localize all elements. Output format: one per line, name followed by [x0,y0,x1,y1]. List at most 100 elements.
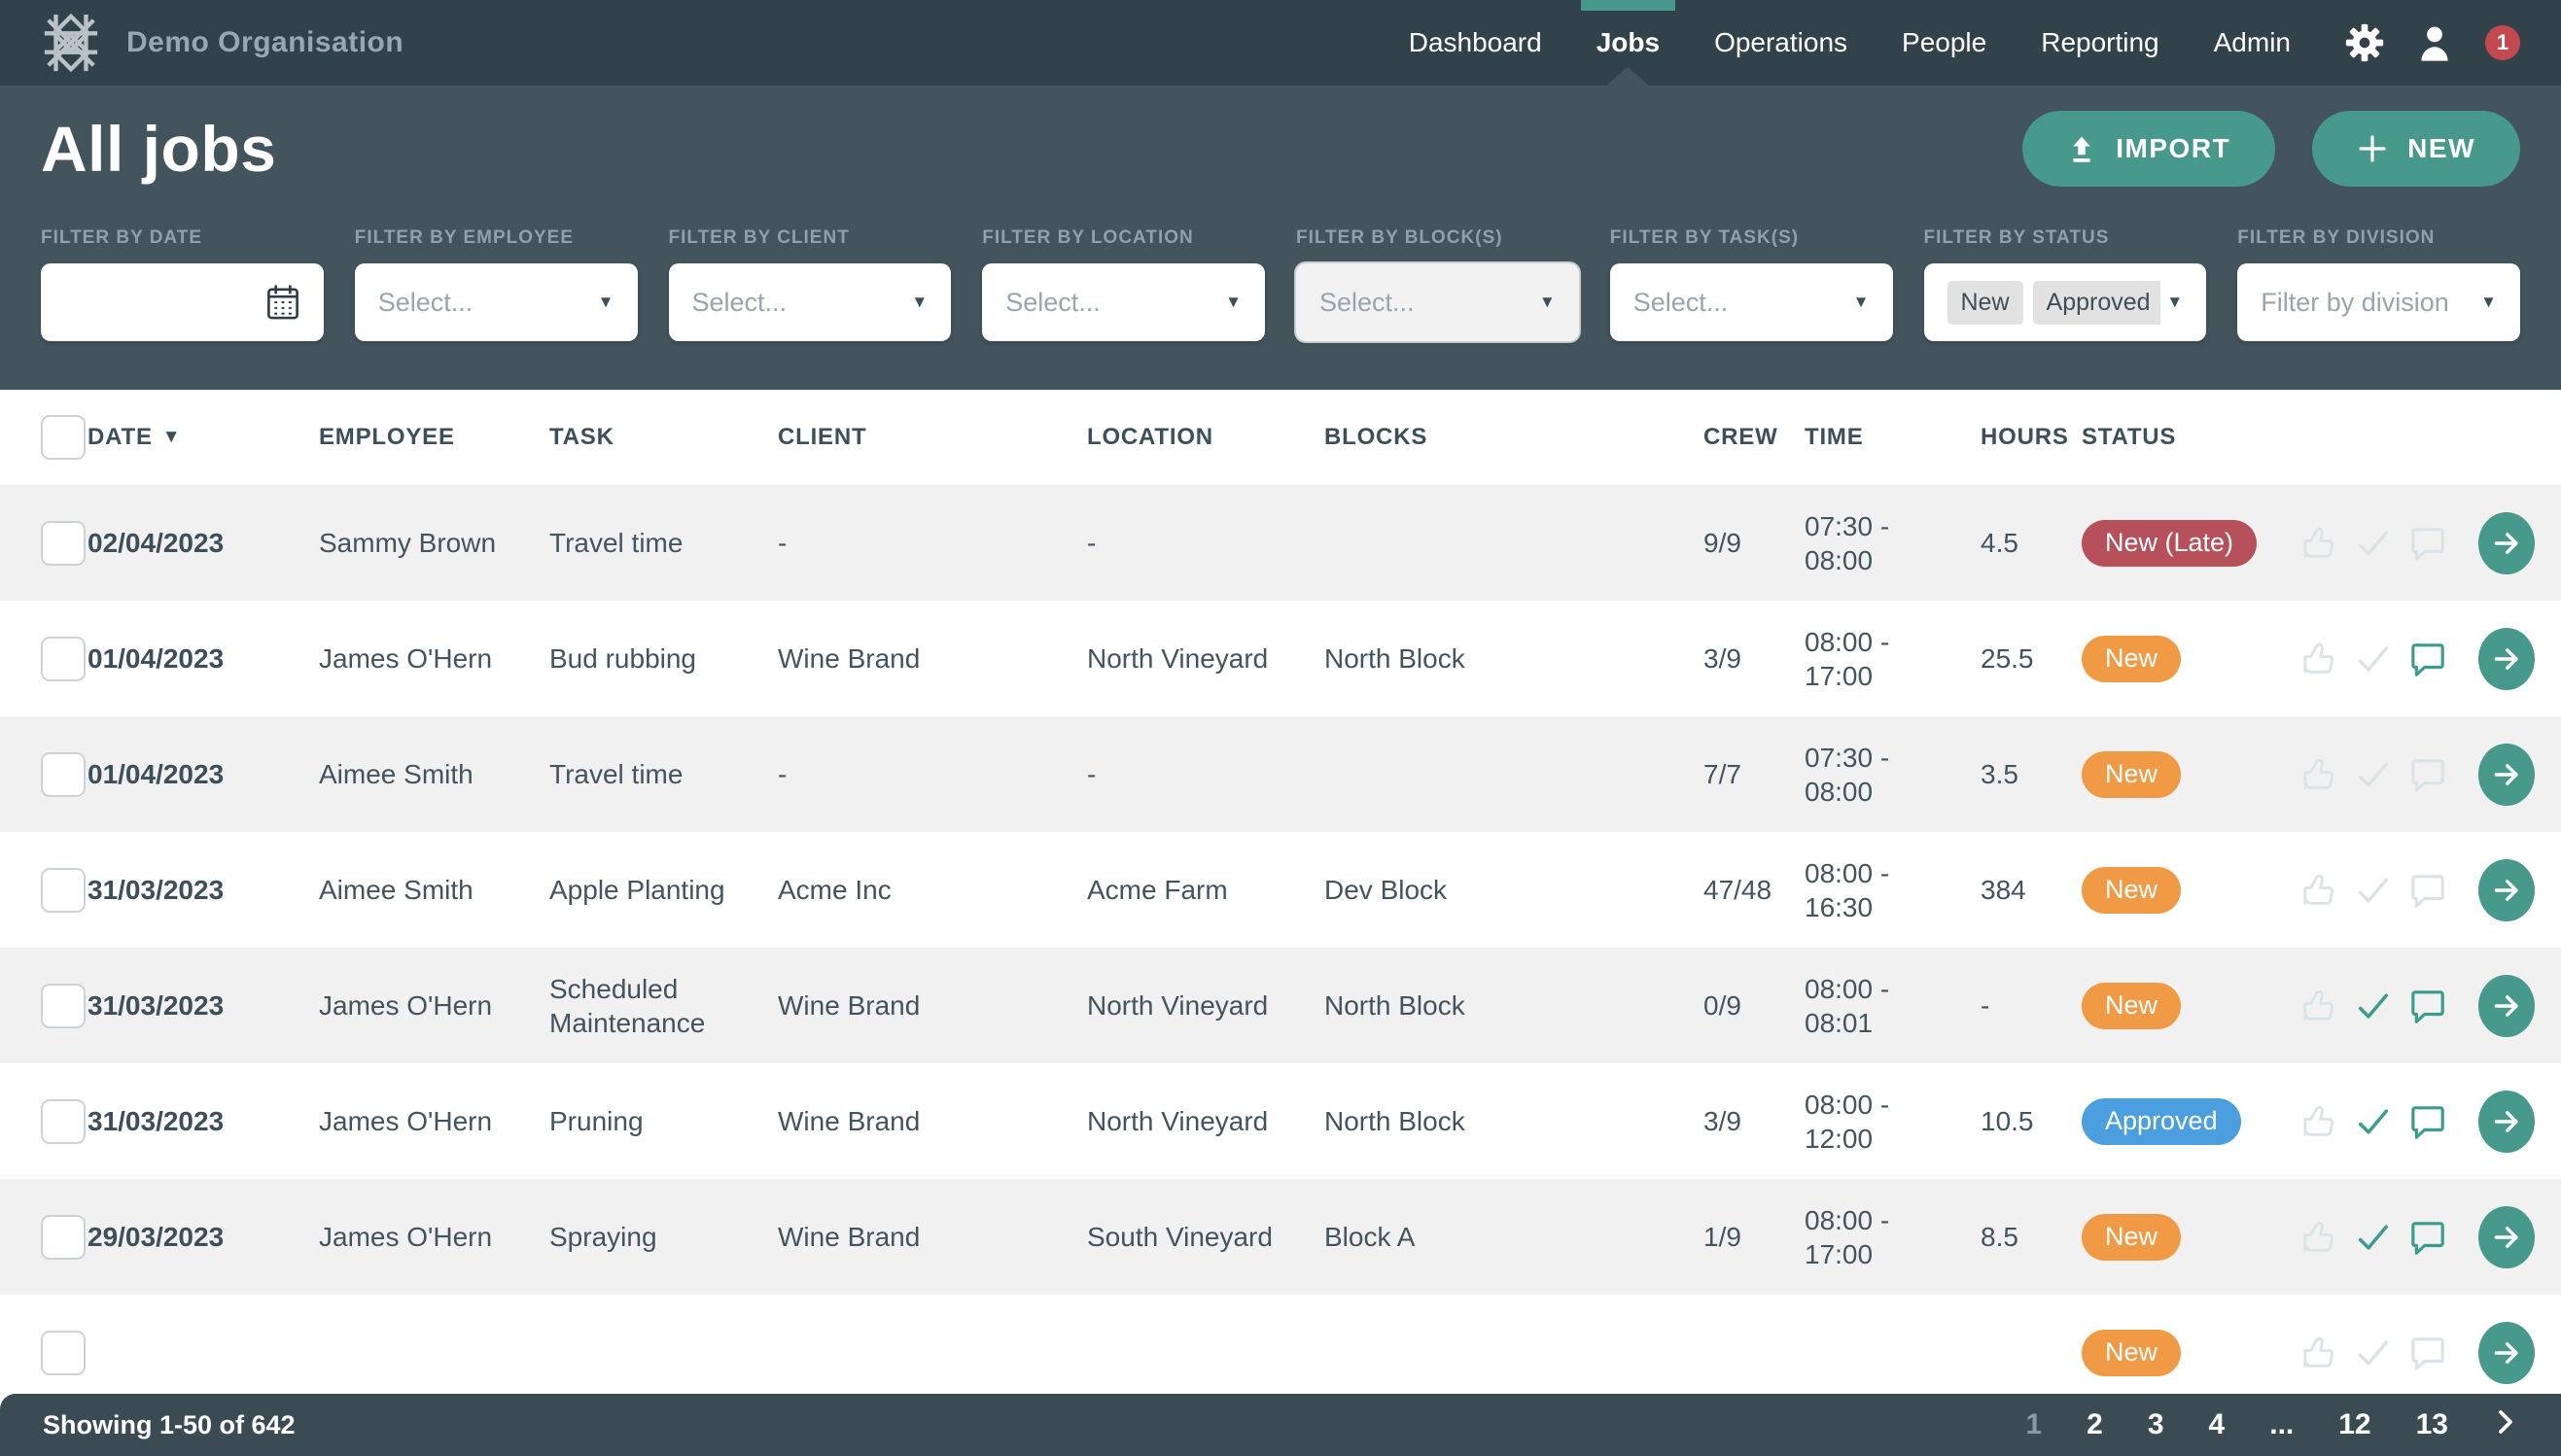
page-ellipsis: ... [2269,1408,2294,1441]
filter-date: Filter by date [41,227,324,341]
column-employee[interactable]: EMPLOYEE [319,424,549,451]
employee-select[interactable]: Select... ▼ [355,263,638,341]
row-checkbox[interactable] [41,984,86,1028]
cell-employee: Aimee Smith [319,757,549,791]
division-select[interactable]: Filter by division ▼ [2237,263,2520,341]
thumbs-up-icon[interactable] [2299,524,2338,563]
open-job-arrow-button[interactable] [2478,1091,2535,1153]
nav-dashboard[interactable]: Dashboard [1409,0,1542,86]
client-select[interactable]: Select... ▼ [669,263,952,341]
approve-check-icon[interactable] [2354,871,2393,910]
table-row[interactable]: 01/04/2023 James O'Hern Bud rubbing Wine… [0,601,2561,716]
comment-icon[interactable] [2408,1218,2447,1257]
page-2[interactable]: 2 [2087,1408,2103,1441]
approve-check-icon[interactable] [2354,640,2393,678]
nav-operations[interactable]: Operations [1714,0,1847,86]
nav-jobs[interactable]: Jobs [1596,0,1660,86]
nav-admin[interactable]: Admin [2214,0,2291,86]
select-all-checkbox[interactable] [41,415,86,460]
comment-icon[interactable] [2408,871,2447,910]
notification-badge[interactable]: 1 [2485,25,2520,60]
filter-tasks: Filter by task(s) Select... ▼ [1610,227,1893,341]
table-row[interactable]: 31/03/2023 Aimee Smith Apple Planting Ac… [0,832,2561,948]
column-task[interactable]: TASK [549,424,778,451]
thumbs-up-icon[interactable] [2299,871,2338,910]
thumbs-up-icon[interactable] [2299,1334,2338,1372]
row-checkbox[interactable] [41,637,86,681]
thumbs-up-icon[interactable] [2299,1218,2338,1257]
approve-check-icon[interactable] [2354,524,2393,563]
column-blocks[interactable]: BLOCKS [1324,424,1703,451]
comment-icon[interactable] [2408,1334,2447,1372]
page-4[interactable]: 4 [2209,1408,2226,1441]
cell-blocks: North Block [1324,641,1703,676]
open-job-arrow-button[interactable] [2478,628,2535,690]
open-job-arrow-button[interactable] [2478,859,2535,921]
table-row[interactable]: 31/03/2023 James O'Hern Scheduled Mainte… [0,948,2561,1063]
approve-check-icon[interactable] [2354,1102,2393,1141]
import-button[interactable]: IMPORT [2022,111,2275,187]
nav-people[interactable]: People [1902,0,1986,86]
date-input[interactable] [41,263,324,341]
tasks-select[interactable]: Select... ▼ [1610,263,1893,341]
open-job-arrow-button[interactable] [2478,1206,2535,1268]
cell-location: North Vineyard [1087,1104,1324,1138]
nav-reporting[interactable]: Reporting [2041,0,2158,86]
open-job-arrow-button[interactable] [2478,512,2535,574]
approve-check-icon[interactable] [2354,755,2393,794]
status-chip-approved[interactable]: Approved [2033,281,2161,325]
user-profile-icon[interactable] [2417,23,2452,62]
status-select[interactable]: New Approved Cor ▼ [1924,263,2207,341]
comment-icon[interactable] [2408,987,2447,1025]
table-row[interactable]: 02/04/2023 Sammy Brown Travel time - - 9… [0,485,2561,601]
table-row[interactable]: 29/03/2023 James O'Hern Spraying Wine Br… [0,1179,2561,1295]
column-date[interactable]: DATE▼ [88,424,319,451]
status-badge: New [2082,867,2181,914]
row-checkbox[interactable] [41,1099,86,1144]
blocks-select[interactable]: Select... ▼ [1296,263,1579,341]
thumbs-up-icon[interactable] [2299,755,2338,794]
thumbs-up-icon[interactable] [2299,640,2338,678]
cell-time: 08:00 - 08:01 [1805,972,1981,1040]
approve-check-icon[interactable] [2354,1334,2393,1372]
cell-task: Pruning [549,1104,778,1138]
row-checkbox[interactable] [41,1331,86,1375]
row-checkbox[interactable] [41,521,86,566]
thumbs-up-icon[interactable] [2299,1102,2338,1141]
cell-employee: James O'Hern [319,1220,549,1254]
comment-icon[interactable] [2408,524,2447,563]
comment-icon[interactable] [2408,755,2447,794]
brand[interactable]: Demo Organisation [41,13,403,73]
page-12[interactable]: 12 [2338,1408,2370,1441]
row-checkbox[interactable] [41,752,86,797]
status-chip-new[interactable]: New [1947,281,2023,325]
open-job-arrow-button[interactable] [2478,1322,2535,1384]
column-time[interactable]: TIME [1805,424,1981,451]
next-page-chevron-icon[interactable] [2493,1407,2518,1442]
column-status[interactable]: STATUS [2082,424,2299,451]
open-job-arrow-button[interactable] [2478,975,2535,1037]
location-select[interactable]: Select... ▼ [982,263,1265,341]
column-crew[interactable]: CREW [1703,424,1805,451]
thumbs-up-icon[interactable] [2299,987,2338,1025]
status-badge: New [2082,983,2181,1029]
page-13[interactable]: 13 [2416,1408,2448,1441]
settings-gear-icon[interactable] [2345,23,2384,62]
approve-check-icon[interactable] [2354,987,2393,1025]
approve-check-icon[interactable] [2354,1218,2393,1257]
row-checkbox[interactable] [41,1215,86,1260]
new-button[interactable]: NEW [2312,111,2520,187]
open-job-arrow-button[interactable] [2478,744,2535,806]
column-client[interactable]: CLIENT [778,424,1087,451]
cell-employee: Sammy Brown [319,526,549,560]
comment-icon[interactable] [2408,640,2447,678]
table-row[interactable]: 01/04/2023 Aimee Smith Travel time - - 7… [0,716,2561,832]
comment-icon[interactable] [2408,1102,2447,1141]
table-row[interactable]: 31/03/2023 James O'Hern Pruning Wine Bra… [0,1063,2561,1179]
column-location[interactable]: LOCATION [1087,424,1324,451]
row-checkbox[interactable] [41,868,86,913]
page-1[interactable]: 1 [2025,1408,2042,1441]
column-hours[interactable]: HOURS [1981,424,2082,451]
snowflake-logo-icon [41,13,101,73]
page-3[interactable]: 3 [2148,1408,2164,1441]
